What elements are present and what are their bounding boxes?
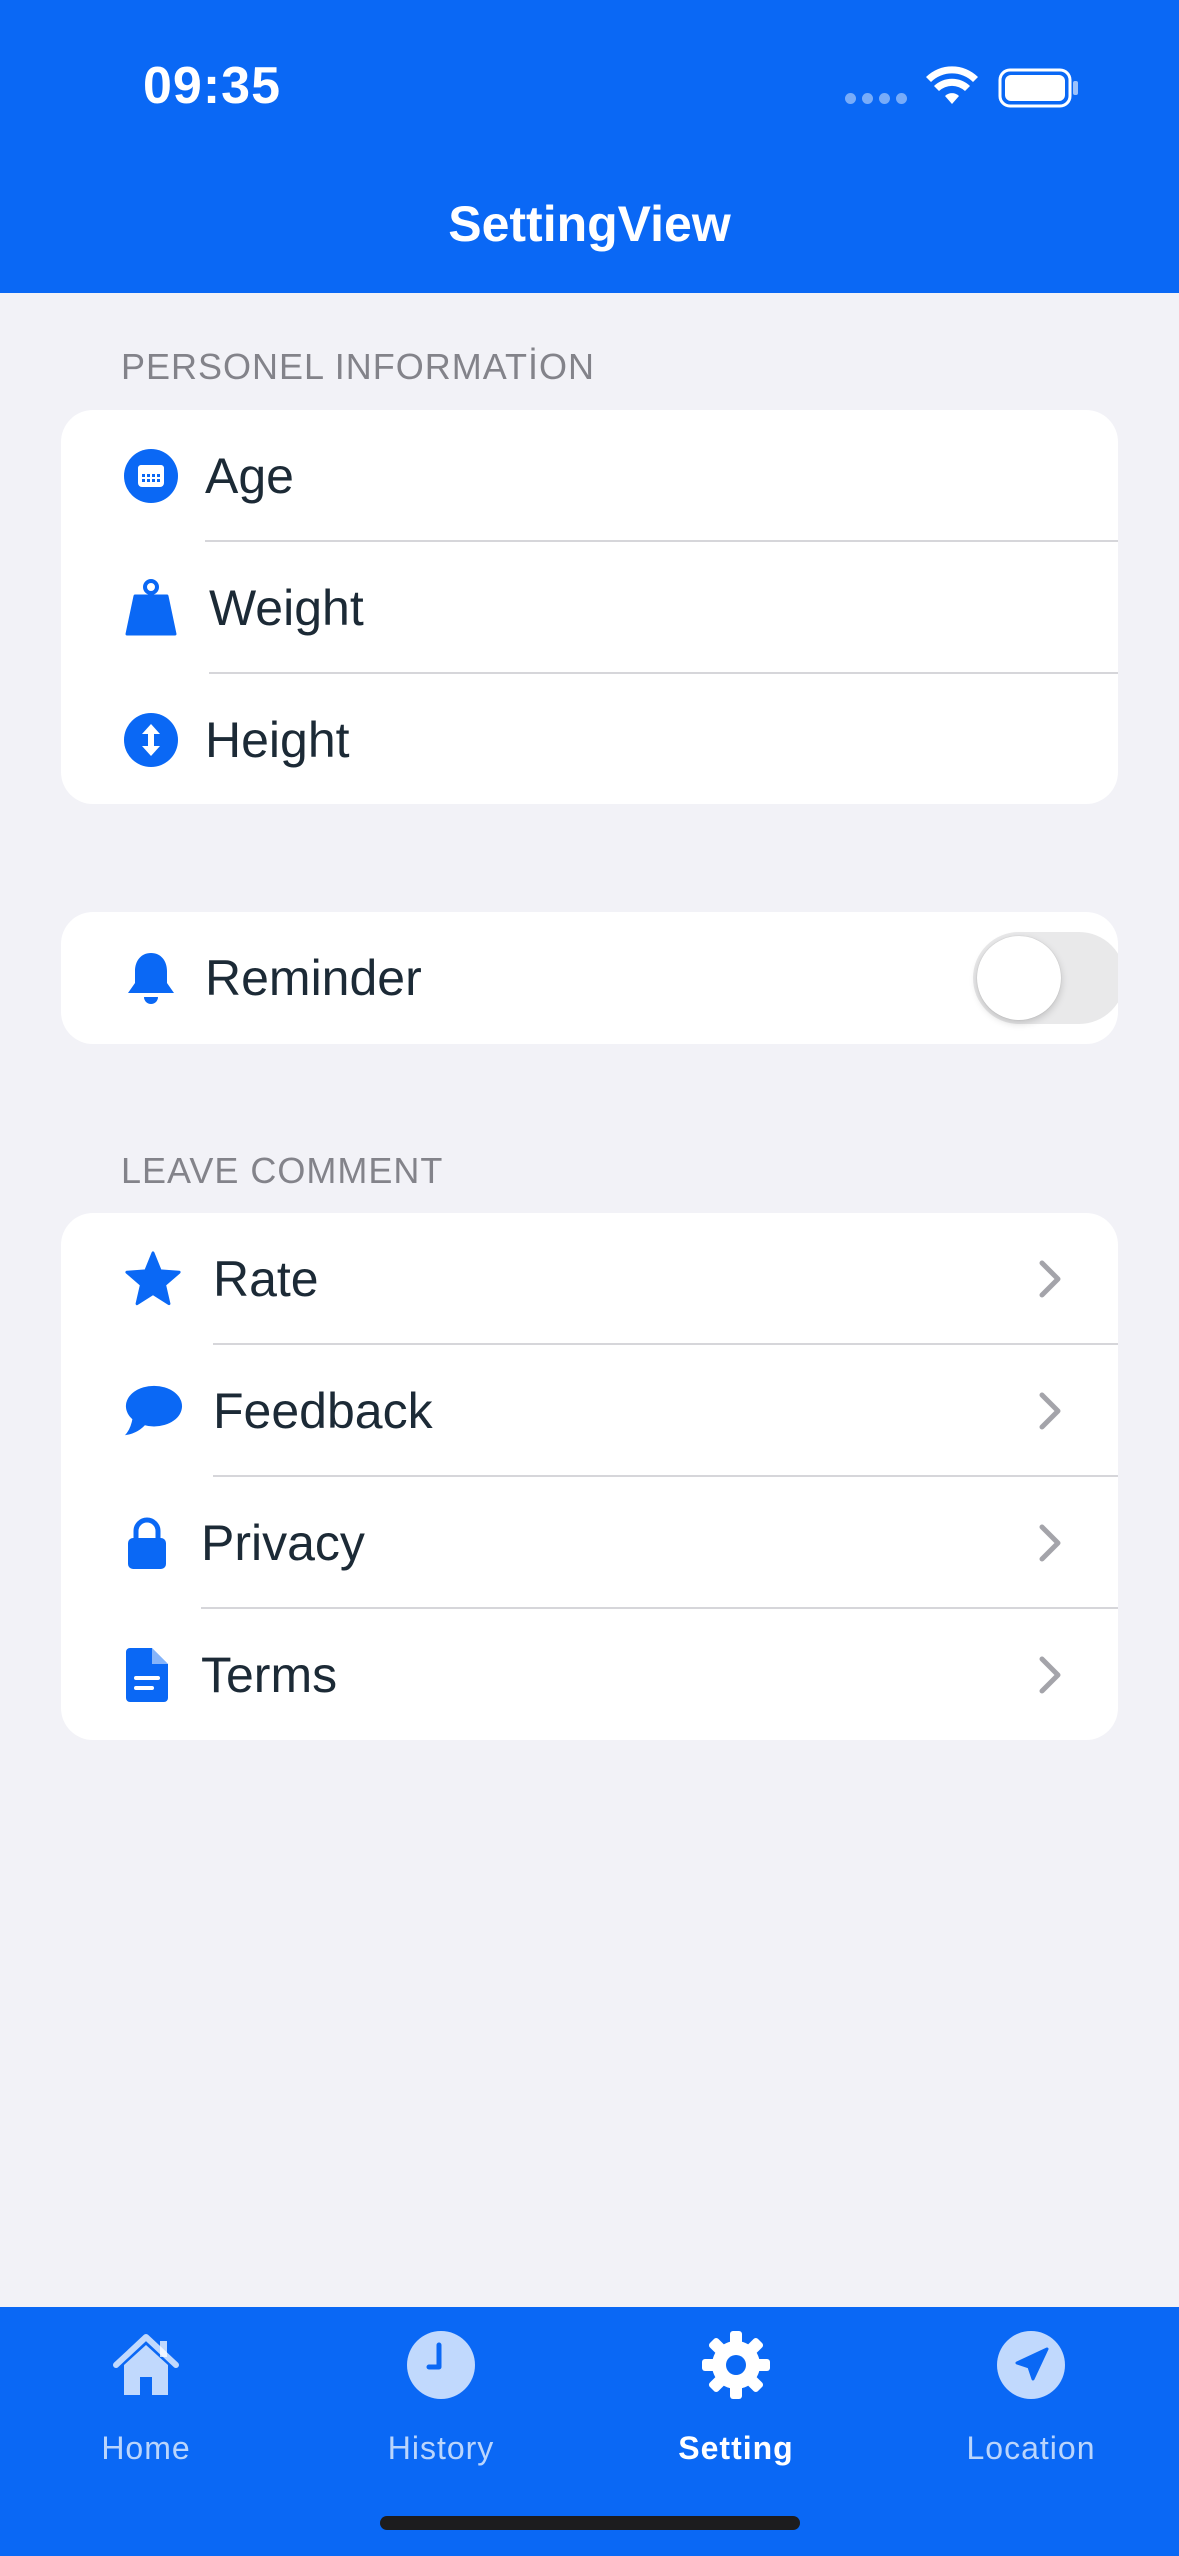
document-icon bbox=[117, 1645, 177, 1705]
settings-row-label: Privacy bbox=[201, 1515, 365, 1571]
section-header-comment: LEAVE COMMENT bbox=[121, 1150, 444, 1191]
lock-icon bbox=[117, 1513, 177, 1573]
tab-setting[interactable]: Setting bbox=[636, 2307, 836, 2507]
chevron-right-icon bbox=[1039, 1524, 1061, 1562]
calendar-icon bbox=[121, 446, 181, 506]
tab-location[interactable]: Location bbox=[931, 2307, 1131, 2507]
section-header-personal: PERSONEL INFORMATİON bbox=[121, 346, 596, 387]
height-icon bbox=[121, 710, 181, 770]
star-icon bbox=[123, 1249, 183, 1309]
location-arrow-icon bbox=[997, 2331, 1065, 2399]
settings-row-label: Feedback bbox=[213, 1383, 433, 1439]
home-indicator[interactable] bbox=[380, 2516, 800, 2530]
wifi-icon bbox=[926, 66, 978, 104]
settings-row-reminder: Reminder bbox=[61, 912, 1118, 1044]
settings-row-label: Age bbox=[205, 448, 294, 504]
speech-bubble-icon bbox=[123, 1381, 183, 1441]
toggle-knob bbox=[977, 936, 1061, 1020]
page-title: SettingView bbox=[448, 196, 731, 252]
cellular-signal-icon bbox=[845, 93, 907, 104]
tab-home[interactable]: Home bbox=[46, 2307, 246, 2507]
personal-info-card: Age Weight Height bbox=[61, 410, 1118, 804]
tab-label: Home bbox=[101, 2430, 191, 2466]
settings-row-rate[interactable]: Rate bbox=[61, 1213, 1118, 1345]
settings-row-label: Reminder bbox=[205, 950, 422, 1006]
chevron-right-icon bbox=[1039, 1392, 1061, 1430]
bell-icon bbox=[121, 948, 181, 1008]
chevron-right-icon bbox=[1039, 1260, 1061, 1298]
settings-row-label: Weight bbox=[209, 580, 364, 636]
settings-row-height[interactable]: Height bbox=[61, 674, 1118, 804]
battery-icon bbox=[998, 68, 1078, 108]
tab-label: History bbox=[387, 2430, 495, 2466]
tab-history[interactable]: History bbox=[341, 2307, 541, 2507]
settings-row-terms[interactable]: Terms bbox=[61, 1609, 1118, 1740]
settings-row-weight[interactable]: Weight bbox=[61, 542, 1118, 674]
settings-row-age[interactable]: Age bbox=[61, 410, 1118, 542]
settings-row-label: Rate bbox=[213, 1251, 319, 1307]
clock-icon bbox=[407, 2331, 475, 2399]
settings-row-label: Height bbox=[205, 712, 350, 768]
status-time: 09:35 bbox=[143, 57, 281, 115]
settings-row-privacy[interactable]: Privacy bbox=[61, 1477, 1118, 1609]
chevron-right-icon bbox=[1039, 1656, 1061, 1694]
weight-icon bbox=[121, 578, 181, 638]
tab-label: Location bbox=[966, 2430, 1096, 2466]
leave-comment-card: Rate Feedback Privacy Terms bbox=[61, 1213, 1118, 1740]
navigation-header: 09:35 SettingView bbox=[0, 0, 1179, 293]
gear-icon bbox=[702, 2331, 770, 2399]
reminder-toggle[interactable] bbox=[973, 932, 1118, 1024]
tab-label: Setting bbox=[678, 2430, 794, 2466]
house-icon bbox=[113, 2334, 179, 2395]
reminder-card: Reminder bbox=[61, 912, 1118, 1044]
settings-row-feedback[interactable]: Feedback bbox=[61, 1345, 1118, 1477]
settings-row-label: Terms bbox=[201, 1647, 338, 1703]
